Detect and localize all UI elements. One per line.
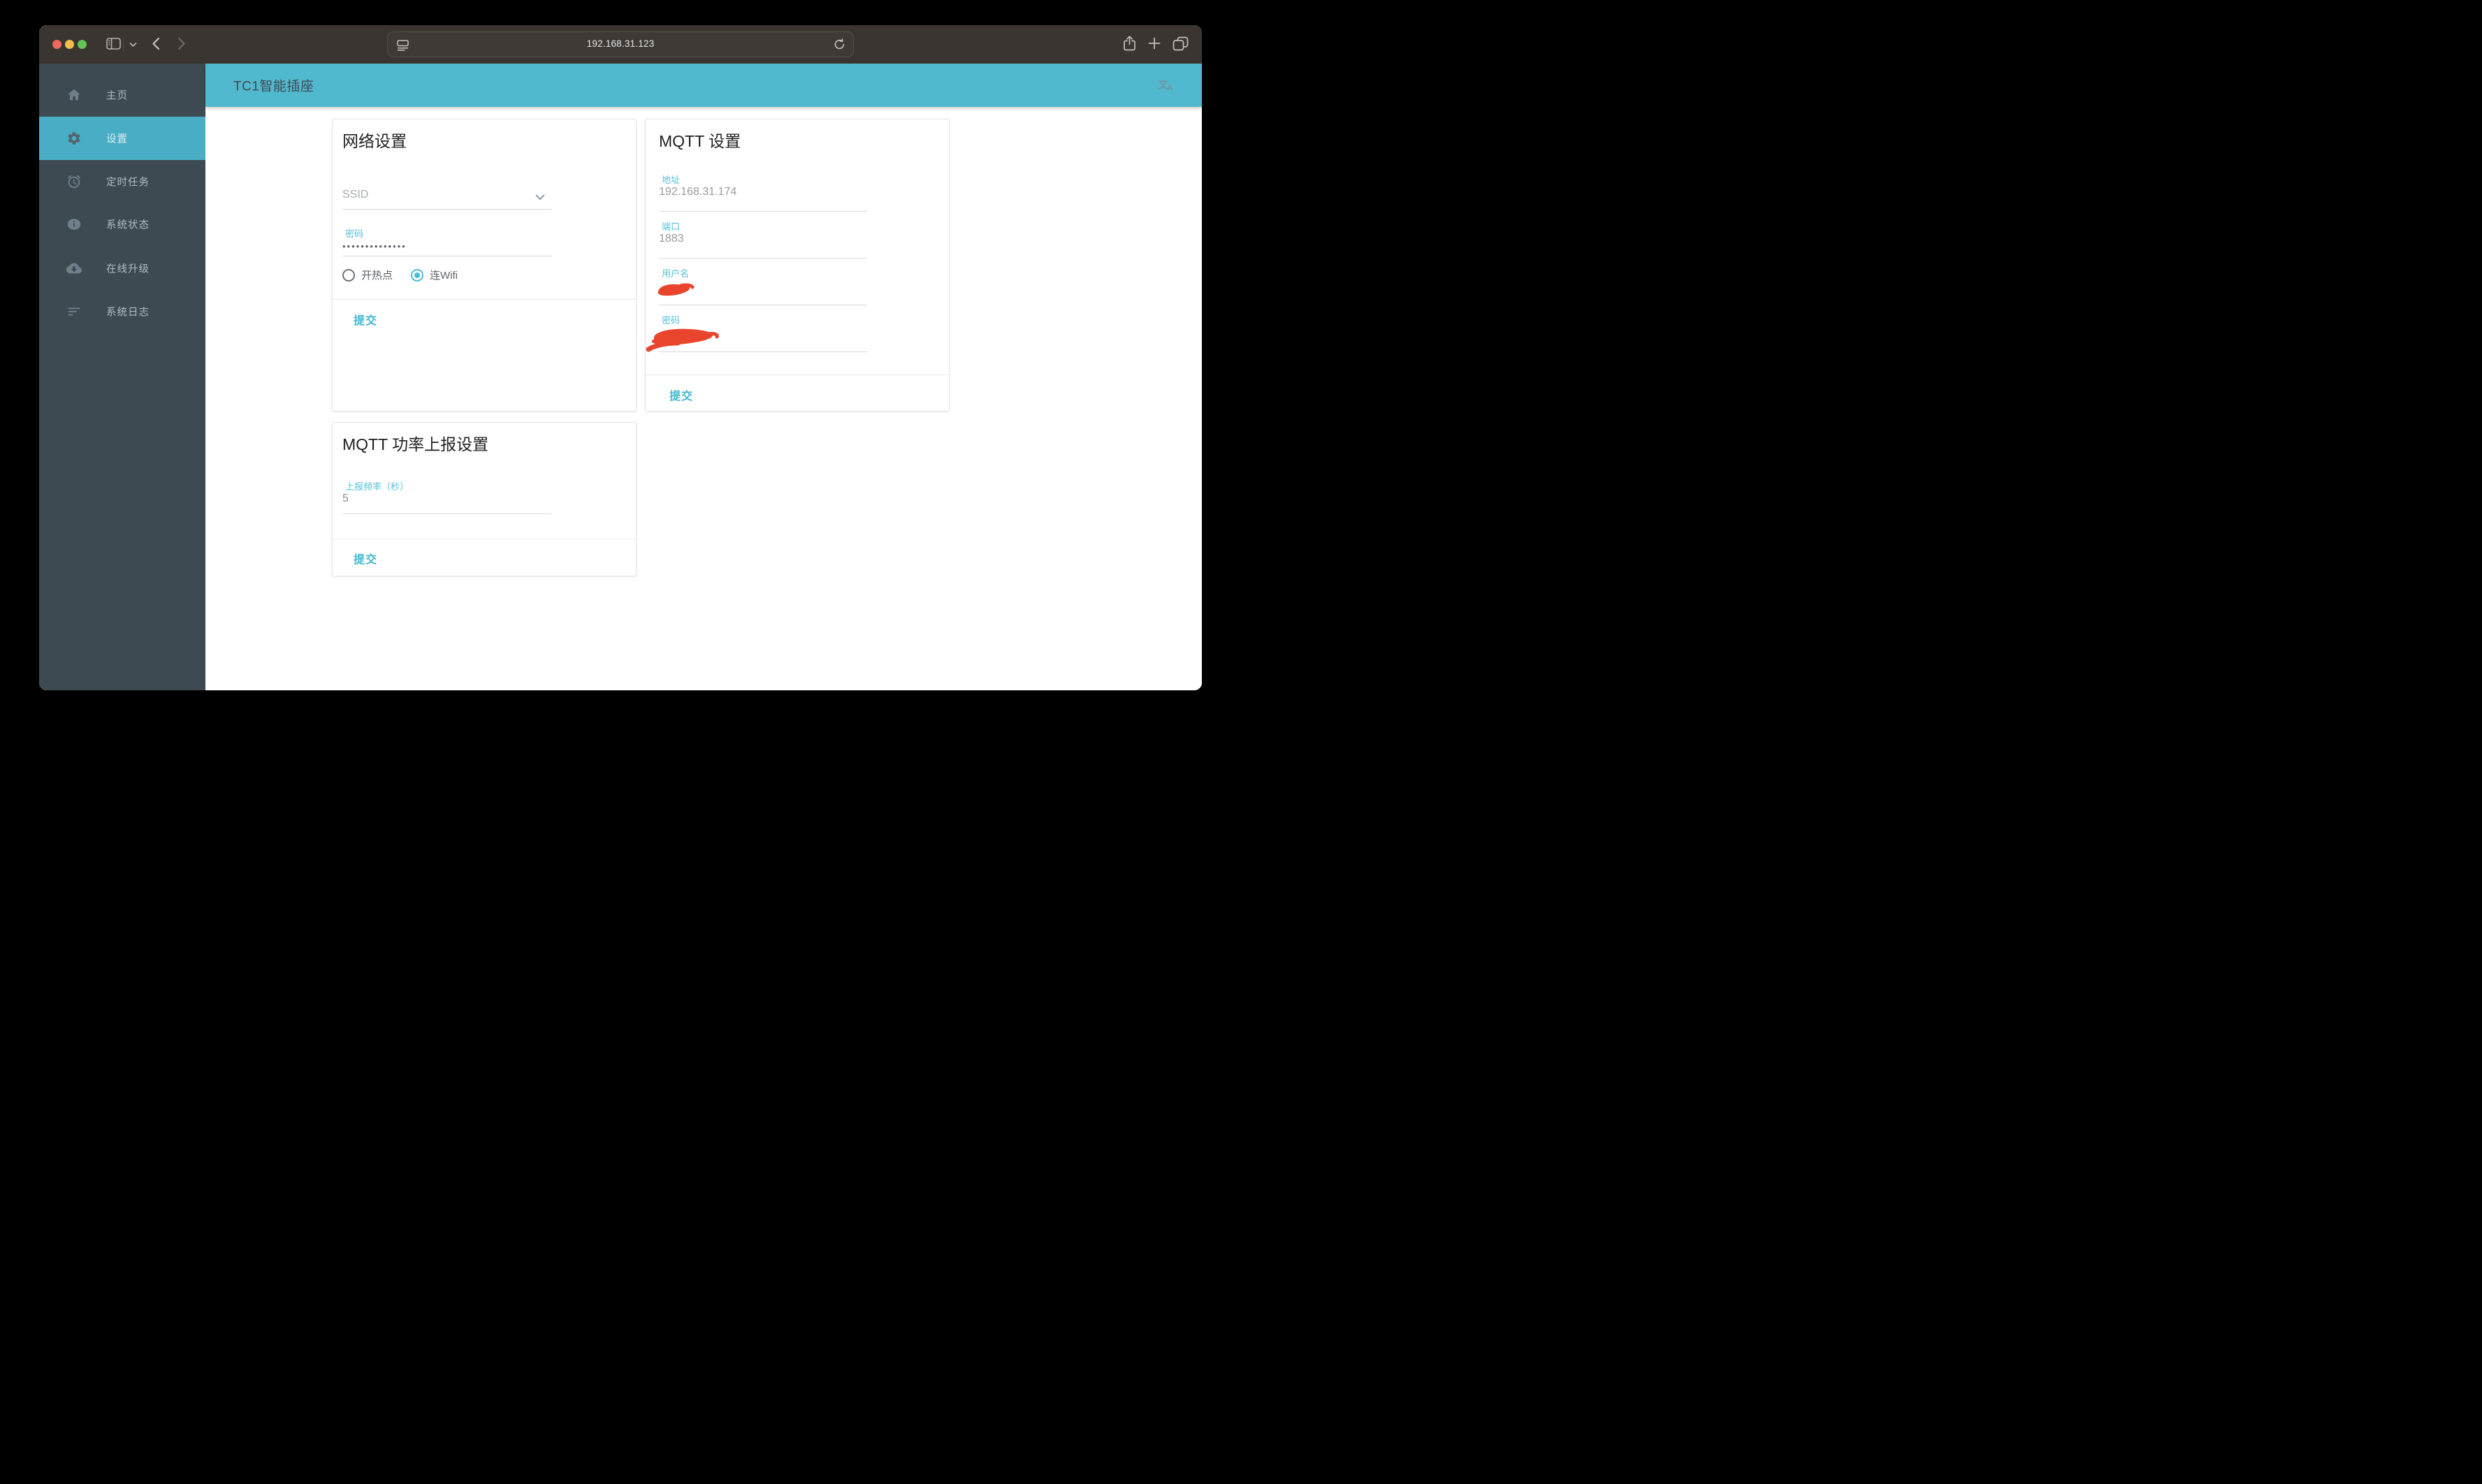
- app-header: TC1智能插座 文A: [205, 64, 1202, 107]
- sidebar-nav: 主页 设置 定时任务 系统状态 在线升级 系统日志: [39, 64, 205, 690]
- main-content: 网络设置 密码 •••••••••••••• 开热点 连Wifi: [205, 107, 1202, 690]
- sidebar-item-label: 在线升级: [106, 263, 150, 275]
- traffic-light-fullscreen[interactable]: [78, 40, 87, 49]
- sidebar-item-system-logs[interactable]: 系统日志: [39, 290, 205, 333]
- share-icon: [1122, 35, 1137, 54]
- info-icon: [66, 217, 82, 232]
- app-page: 主页 设置 定时任务 系统状态 在线升级 系统日志 TC1智能插座 文A 网络设…: [39, 64, 1202, 690]
- input-underline: [659, 211, 867, 212]
- sidebar-item-scheduled-tasks[interactable]: 定时任务: [39, 160, 205, 203]
- sidebar-item-label: 主页: [106, 90, 128, 102]
- back-button[interactable]: [150, 25, 162, 64]
- tab-overview-button[interactable]: [1172, 25, 1189, 64]
- radio-hotspot[interactable]: [342, 268, 355, 282]
- page-title: TC1智能插座: [233, 79, 314, 94]
- network-settings-card: 网络设置 密码 •••••••••••••• 开热点 连Wifi: [332, 119, 637, 412]
- power-submit-button[interactable]: 提交: [354, 550, 377, 567]
- dropdown-chevron-icon[interactable]: [535, 191, 545, 204]
- mqtt-power-report-card: MQTT 功率上报设置 上报频率（秒） 5 提交: [332, 422, 637, 576]
- port-field[interactable]: 1883: [659, 233, 684, 245]
- mqtt-settings-card: MQTT 设置 地址 192.168.31.174 端口 1883 用户名 密码: [645, 119, 950, 412]
- sidebar-item-label: 设置: [106, 133, 128, 145]
- sidebar-menu-button[interactable]: [128, 25, 138, 64]
- cloud-download-icon: [66, 261, 82, 276]
- card-title: 网络设置: [342, 132, 407, 150]
- forward-icon: [177, 37, 186, 52]
- logs-icon: [66, 304, 82, 319]
- username-label: 用户名: [662, 268, 690, 279]
- traffic-light-minimize[interactable]: [65, 40, 74, 49]
- network-mode-radio-group: 开热点 连Wifi: [342, 268, 476, 282]
- frequency-field[interactable]: 5: [342, 493, 349, 505]
- frequency-label: 上报频率（秒）: [345, 481, 409, 492]
- gear-icon: [66, 131, 82, 146]
- home-icon: [66, 87, 82, 103]
- plus-icon: [1148, 37, 1161, 52]
- password-field[interactable]: ••••••••••••••: [342, 241, 407, 252]
- card-title: MQTT 功率上报设置: [342, 435, 489, 453]
- sidebar-item-label: 系统状态: [106, 219, 150, 231]
- url-text[interactable]: 192.168.31.123: [388, 38, 853, 49]
- traffic-light-close[interactable]: [52, 40, 61, 49]
- back-icon: [152, 37, 160, 52]
- translate-icon[interactable]: 文A: [1158, 80, 1174, 92]
- sidebar-item-settings[interactable]: 设置: [39, 117, 205, 160]
- network-submit-button[interactable]: 提交: [354, 311, 377, 328]
- username-redaction-scribble: [654, 280, 695, 303]
- sidebar-item-system-status[interactable]: 系统状态: [39, 203, 205, 246]
- card-divider: [646, 374, 949, 375]
- new-tab-button[interactable]: [1147, 25, 1161, 64]
- address-label: 地址: [662, 175, 681, 185]
- address-bar[interactable]: 192.168.31.123: [387, 31, 854, 57]
- address-field[interactable]: 192.168.31.174: [659, 186, 736, 198]
- forward-button[interactable]: [175, 25, 188, 64]
- input-underline: [659, 258, 867, 259]
- chevron-down-icon: [129, 39, 137, 50]
- password-redaction-scribble: [646, 323, 720, 358]
- tab-overview-icon: [1173, 36, 1189, 53]
- reload-icon[interactable]: [834, 38, 846, 54]
- sidebar-toggle-button[interactable]: [105, 25, 122, 64]
- browser-toolbar: 192.168.31.123: [39, 25, 1202, 64]
- mqtt-submit-button[interactable]: 提交: [669, 386, 693, 403]
- radio-hotspot-label[interactable]: 开热点: [361, 268, 393, 282]
- sidebar-item-label: 系统日志: [106, 307, 150, 319]
- radio-wifi[interactable]: [411, 268, 424, 282]
- alarm-icon: [66, 174, 82, 189]
- radio-wifi-label[interactable]: 连Wifi: [430, 268, 458, 282]
- sidebar-item-online-upgrade[interactable]: 在线升级: [39, 247, 205, 290]
- port-label: 端口: [662, 221, 681, 232]
- card-divider: [333, 299, 636, 300]
- sidebar-item-home[interactable]: 主页: [39, 73, 205, 117]
- browser-window: 192.168.31.123 主页 设置 定时任务 系统状态 在线升级 系统日志…: [39, 25, 1202, 690]
- sidebar-item-label: 定时任务: [106, 177, 150, 189]
- sidebar-panel-icon: [106, 37, 121, 52]
- password-label: 密码: [345, 228, 364, 239]
- card-title: MQTT 设置: [659, 132, 741, 150]
- share-button[interactable]: [1122, 25, 1137, 64]
- toolbar-separator: [123, 37, 124, 52]
- desktop-background: 192.168.31.123 主页 设置 定时任务 系统状态 在线升级 系统日志…: [0, 0, 1241, 742]
- input-underline: [342, 209, 552, 210]
- ssid-select[interactable]: [342, 187, 535, 203]
